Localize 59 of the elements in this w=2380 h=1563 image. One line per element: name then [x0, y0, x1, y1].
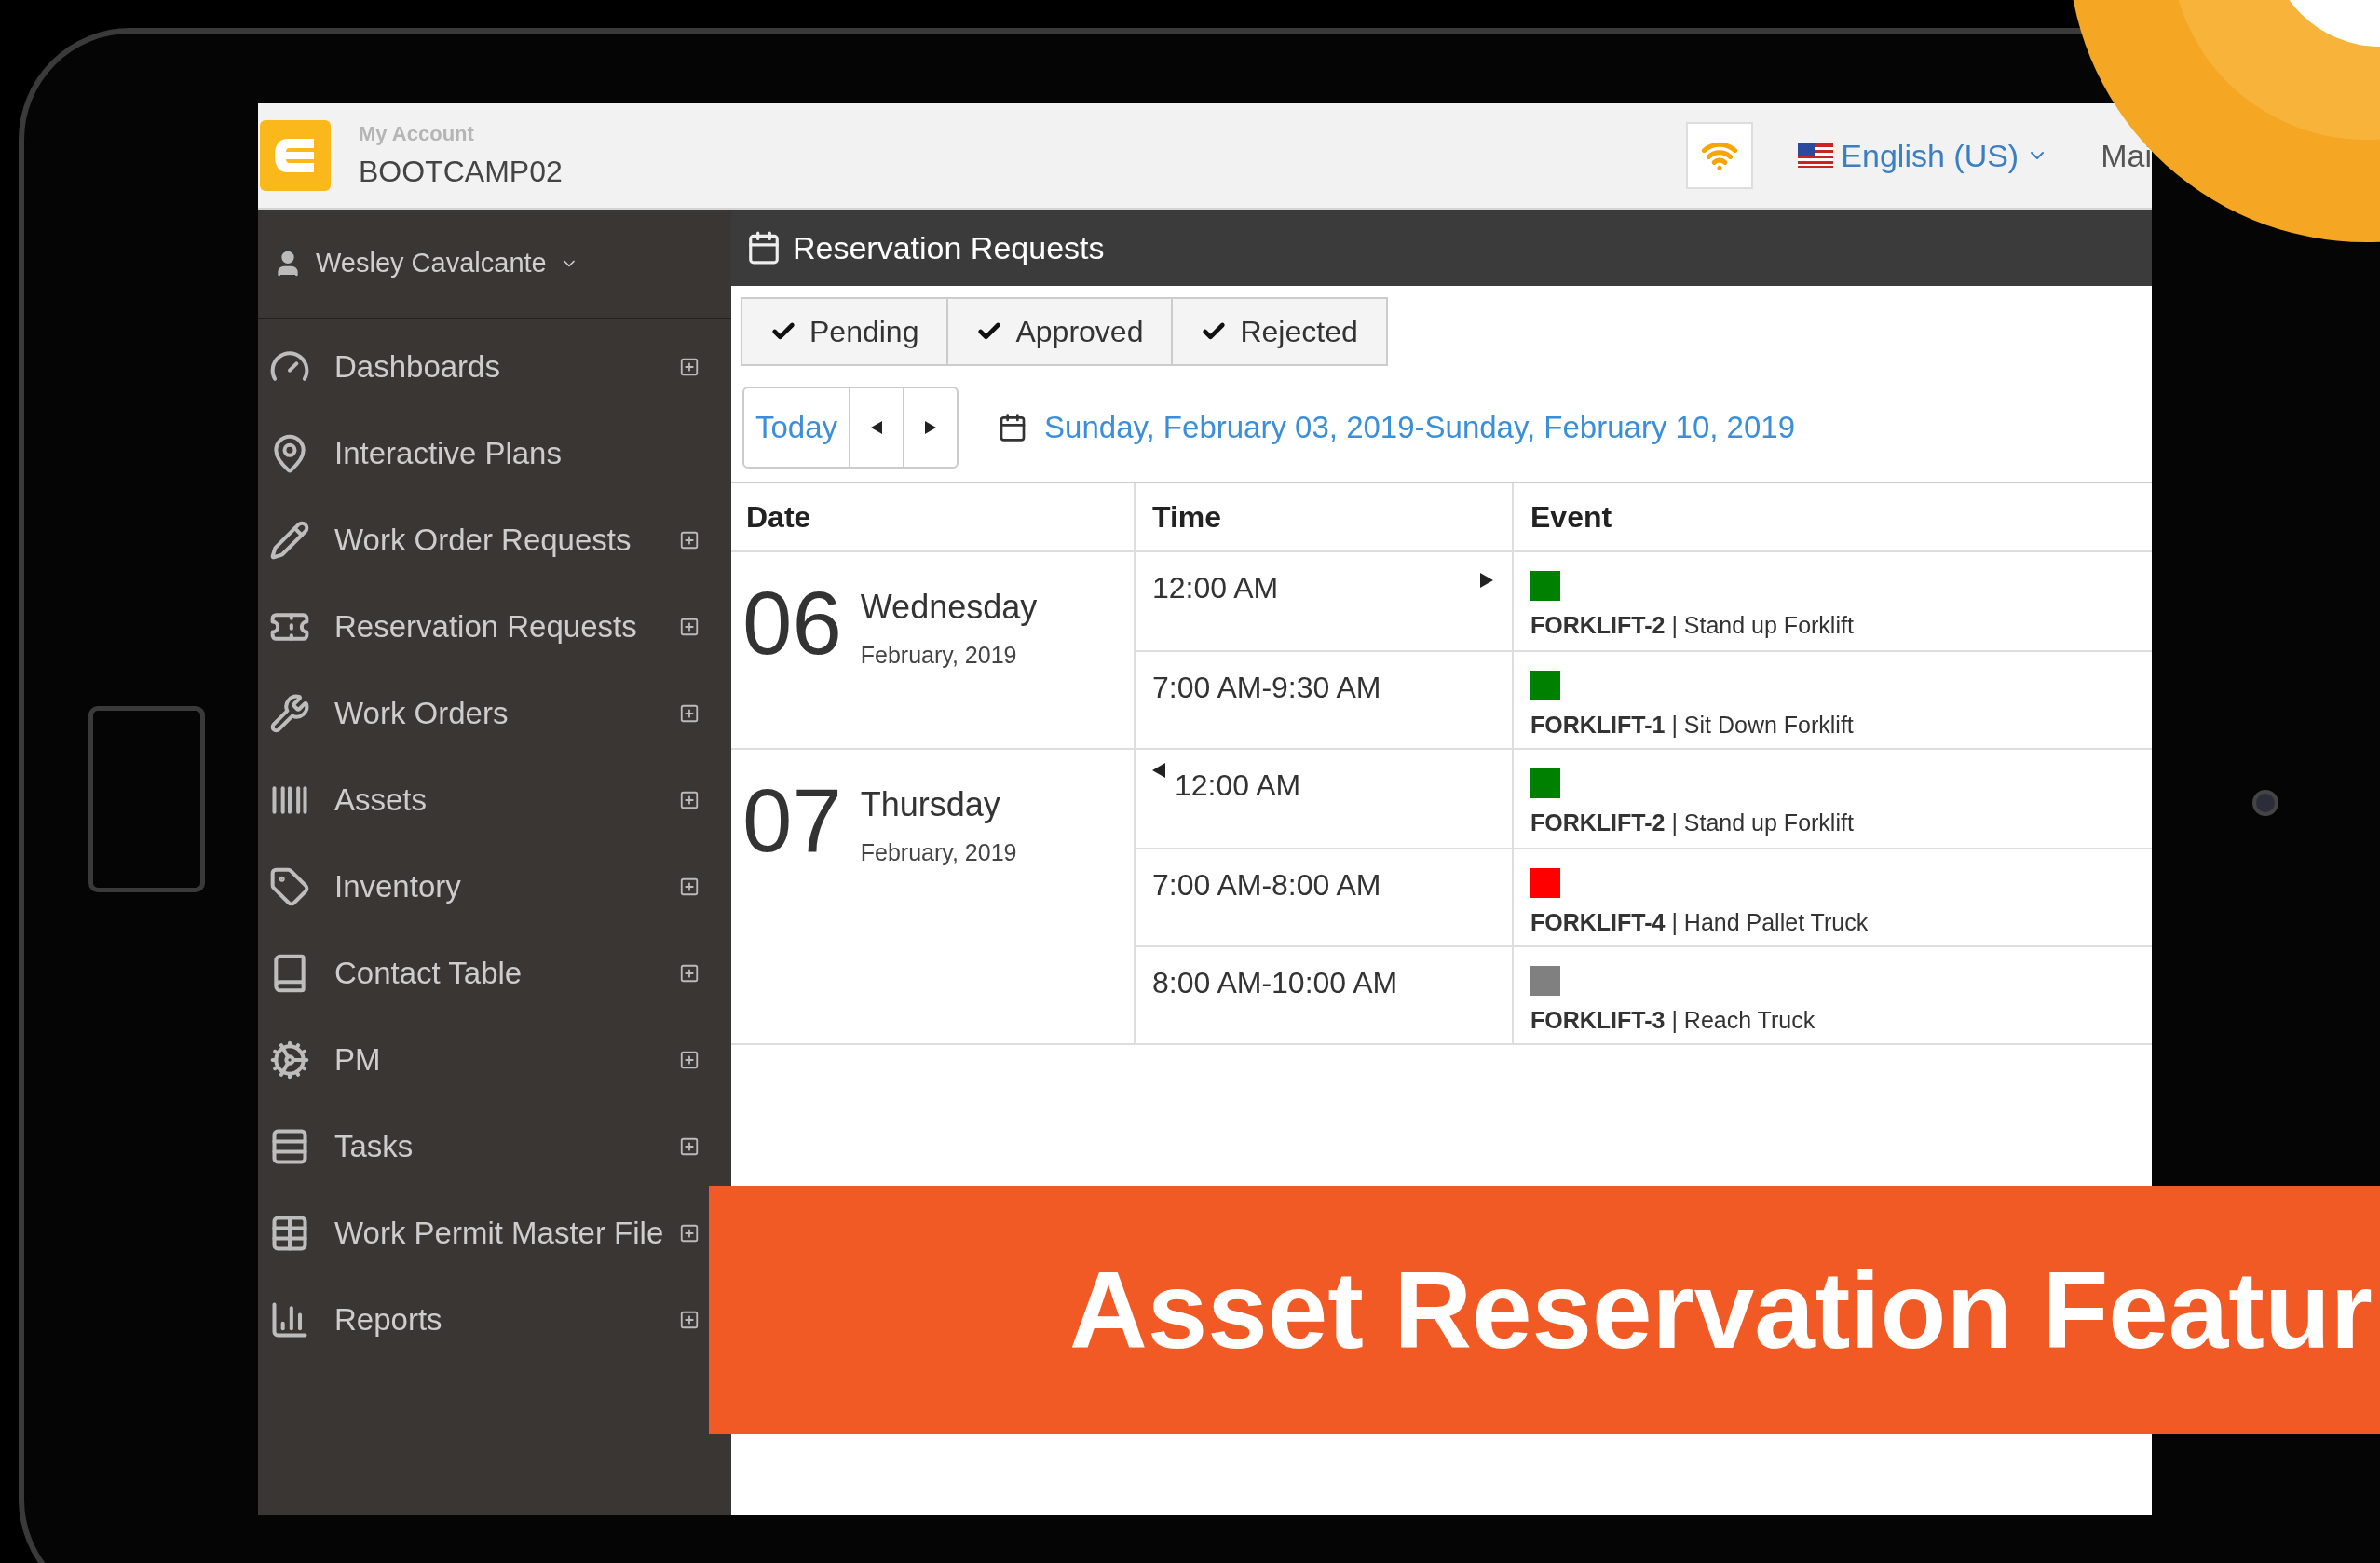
filter-toggle[interactable]: Pending: [741, 297, 949, 366]
event-text[interactable]: FORKLIFT-4 | Hand Pallet Truck: [1530, 905, 2152, 941]
filter-toggle[interactable]: Rejected: [1171, 297, 1388, 366]
event-text[interactable]: FORKLIFT-2 | Stand up Forklift: [1530, 608, 2152, 644]
pencil-icon: [269, 519, 310, 561]
event-text[interactable]: FORKLIFT-3 | Reach Truck: [1530, 1003, 2152, 1039]
logo-icon: [260, 120, 331, 191]
event-text[interactable]: FORKLIFT-2 | Stand up Forklift: [1530, 806, 2152, 841]
account-name: BOOTCAMP02: [359, 153, 563, 190]
left-triangle-icon: [871, 421, 883, 434]
language-selector[interactable]: English (US): [1798, 131, 2049, 180]
sidebar-item[interactable]: Dashboards: [258, 323, 703, 410]
filter-toggle[interactable]: Approved: [946, 297, 1174, 366]
wrench-icon: [269, 692, 310, 734]
expand-icon[interactable]: [679, 616, 700, 637]
right-triangle-icon: [925, 421, 937, 434]
day-number: 06: [742, 578, 842, 668]
event-text[interactable]: FORKLIFT-1 | Sit Down Forklift: [1530, 708, 2152, 743]
sidebar-item[interactable]: Reports: [258, 1276, 703, 1363]
expand-icon[interactable]: [679, 356, 700, 377]
time-cell-text: 12:00 AM: [1175, 768, 1301, 804]
expand-icon[interactable]: [679, 702, 700, 724]
time-cell-text: 8:00 AM-10:00 AM: [1152, 965, 1398, 1001]
weekday: Thursday: [860, 784, 1001, 825]
expand-icon[interactable]: [679, 789, 700, 810]
menu-link[interactable]: Mai: [2101, 131, 2152, 180]
expand-icon[interactable]: [679, 1309, 700, 1330]
column-header: Date: [731, 483, 1136, 550]
column-header: Event: [1530, 499, 1613, 536]
expand-icon[interactable]: [679, 1049, 700, 1070]
day-number: 07: [742, 776, 842, 865]
account-label: My Account: [359, 120, 475, 147]
column-header: Time: [1136, 483, 1514, 550]
expand-icon[interactable]: [679, 962, 700, 984]
sidebar-item[interactable]: Work Orders: [258, 670, 703, 756]
time-cell-text: 12:00 AM: [1152, 570, 1279, 606]
sidebar-item[interactable]: Work Order Requests: [258, 496, 703, 583]
sidebar-item[interactable]: Contact Table: [258, 930, 703, 1016]
banner-title: Asset Reservation Featur: [1069, 1248, 2373, 1373]
sidebar-item[interactable]: Reservation Requests: [258, 583, 703, 670]
weekday: Wednesday: [860, 587, 1038, 628]
expand-icon[interactable]: [679, 876, 700, 897]
month-year: February, 2019: [860, 641, 1018, 670]
flag-icon: [1798, 143, 1834, 168]
sidebar-item[interactable]: Inventory: [258, 843, 703, 930]
expand-icon[interactable]: [679, 529, 700, 550]
expand-icon[interactable]: [679, 1135, 700, 1157]
page-title: Reservation Requests: [793, 228, 1105, 267]
sidebar-item[interactable]: Interactive Plans: [258, 410, 703, 496]
tag-icon: [269, 865, 310, 907]
time-cell-text: 7:00 AM-8:00 AM: [1152, 867, 1381, 904]
calendar-icon: [746, 230, 782, 265]
month-year: February, 2019: [860, 838, 1017, 867]
sidebar-item[interactable]: Work Permit Master File: [258, 1189, 703, 1276]
sidebar-item[interactable]: Tasks: [258, 1103, 703, 1189]
sidebar-item[interactable]: Assets: [258, 756, 703, 843]
sidebar-item[interactable]: PM: [258, 1016, 703, 1103]
time-cell-text: 7:00 AM-9:30 AM: [1152, 670, 1381, 706]
expand-icon[interactable]: [679, 1222, 700, 1244]
